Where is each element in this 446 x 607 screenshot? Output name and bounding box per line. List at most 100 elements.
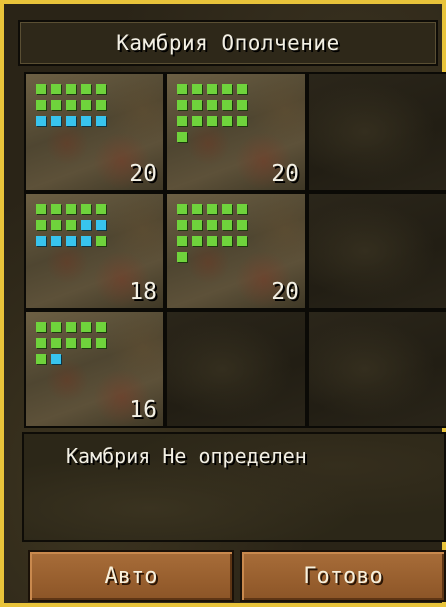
unit-dot-green xyxy=(177,204,187,214)
unit-dot-green xyxy=(237,100,247,110)
unit-dot-blue xyxy=(51,116,61,126)
unit-strength-dots xyxy=(177,204,247,262)
unit-dot-green xyxy=(51,220,61,230)
unit-dot-green xyxy=(36,100,46,110)
unit-dot-green xyxy=(222,116,232,126)
unit-dot-green xyxy=(36,322,46,332)
unit-info-box: Камбрия Не определен xyxy=(22,432,446,542)
unit-dot-green xyxy=(96,338,106,348)
unit-dot-green xyxy=(51,338,61,348)
unit-strength-dots xyxy=(177,84,247,142)
unit-dot-green xyxy=(237,220,247,230)
unit-dot-blue xyxy=(96,220,106,230)
unit-dot-green xyxy=(177,132,187,142)
unit-dot-green xyxy=(177,236,187,246)
unit-dot-green xyxy=(222,100,232,110)
unit-dot-green xyxy=(96,204,106,214)
unit-dot-green xyxy=(96,100,106,110)
unit-dot-blue xyxy=(51,236,61,246)
unit-dot-green xyxy=(237,116,247,126)
unit-strength-dots xyxy=(36,204,106,246)
unit-dot-green xyxy=(51,204,61,214)
unit-dot-green xyxy=(207,100,217,110)
unit-slot-7[interactable]: 16 xyxy=(24,310,165,428)
unit-dot-green xyxy=(66,204,76,214)
unit-count: 20 xyxy=(271,279,299,305)
unit-dot-green xyxy=(36,354,46,364)
unit-dot-green xyxy=(81,100,91,110)
unit-dot-green xyxy=(207,220,217,230)
unit-dot-green xyxy=(222,204,232,214)
unit-dot-green xyxy=(237,204,247,214)
unit-dot-green xyxy=(207,204,217,214)
unit-dot-green xyxy=(207,116,217,126)
unit-dot-green xyxy=(222,220,232,230)
unit-info-text: Камбрия Не определен xyxy=(66,444,307,468)
unit-dot-green xyxy=(192,84,202,94)
unit-dot-blue xyxy=(36,236,46,246)
unit-slot-5[interactable]: 20 xyxy=(165,192,307,310)
unit-dot-blue xyxy=(66,116,76,126)
unit-dot-green xyxy=(177,220,187,230)
unit-dot-blue xyxy=(81,236,91,246)
unit-dot-green xyxy=(96,84,106,94)
unit-dot-green xyxy=(207,84,217,94)
unit-dot-green xyxy=(51,100,61,110)
done-button[interactable]: Готово xyxy=(240,550,446,602)
unit-dot-blue xyxy=(36,116,46,126)
unit-dot-green xyxy=(192,220,202,230)
unit-dot-green xyxy=(51,322,61,332)
unit-dot-green xyxy=(192,236,202,246)
unit-dot-blue xyxy=(96,116,106,126)
unit-slot-9[interactable] xyxy=(307,310,446,428)
unit-dot-green xyxy=(222,84,232,94)
unit-dot-blue xyxy=(81,116,91,126)
unit-dot-green xyxy=(96,236,106,246)
unit-count: 18 xyxy=(129,279,157,305)
unit-dot-green xyxy=(177,84,187,94)
unit-count: 16 xyxy=(129,397,157,423)
unit-dot-blue xyxy=(51,354,61,364)
panel-title: Камбрия Ополчение xyxy=(18,20,438,66)
unit-dot-green xyxy=(36,204,46,214)
unit-dot-blue xyxy=(81,220,91,230)
unit-dot-green xyxy=(192,116,202,126)
unit-slot-8[interactable] xyxy=(165,310,307,428)
unit-strength-dots xyxy=(36,322,106,364)
unit-dot-green xyxy=(51,84,61,94)
unit-dot-green xyxy=(36,220,46,230)
recruit-panel: Камбрия Ополчение 20 20 18 20 16 Камбрия… xyxy=(0,0,446,607)
unit-count: 20 xyxy=(271,161,299,187)
unit-dot-green xyxy=(192,204,202,214)
unit-dot-green xyxy=(177,116,187,126)
unit-dot-green xyxy=(222,236,232,246)
unit-dot-green xyxy=(207,236,217,246)
unit-slot-1[interactable]: 20 xyxy=(24,72,165,192)
unit-dot-green xyxy=(237,84,247,94)
unit-dot-green xyxy=(66,220,76,230)
unit-dot-green xyxy=(36,84,46,94)
unit-dot-green xyxy=(96,322,106,332)
unit-slot-2[interactable]: 20 xyxy=(165,72,307,192)
unit-dot-green xyxy=(81,338,91,348)
unit-slots-grid: 20 20 18 20 16 xyxy=(24,72,446,428)
unit-dot-green xyxy=(81,84,91,94)
unit-dot-green xyxy=(36,338,46,348)
unit-dot-green xyxy=(177,100,187,110)
unit-count: 20 xyxy=(129,161,157,187)
unit-dot-green xyxy=(66,100,76,110)
unit-dot-green xyxy=(237,236,247,246)
unit-slot-4[interactable]: 18 xyxy=(24,192,165,310)
unit-dot-green xyxy=(66,338,76,348)
auto-button[interactable]: Авто xyxy=(28,550,234,602)
unit-dot-green xyxy=(192,100,202,110)
unit-dot-green xyxy=(81,204,91,214)
unit-strength-dots xyxy=(36,84,106,126)
unit-dot-blue xyxy=(66,236,76,246)
unit-dot-green xyxy=(177,252,187,262)
unit-dot-green xyxy=(66,322,76,332)
unit-dot-green xyxy=(81,322,91,332)
unit-slot-3[interactable] xyxy=(307,72,446,192)
unit-dot-green xyxy=(66,84,76,94)
unit-slot-6[interactable] xyxy=(307,192,446,310)
